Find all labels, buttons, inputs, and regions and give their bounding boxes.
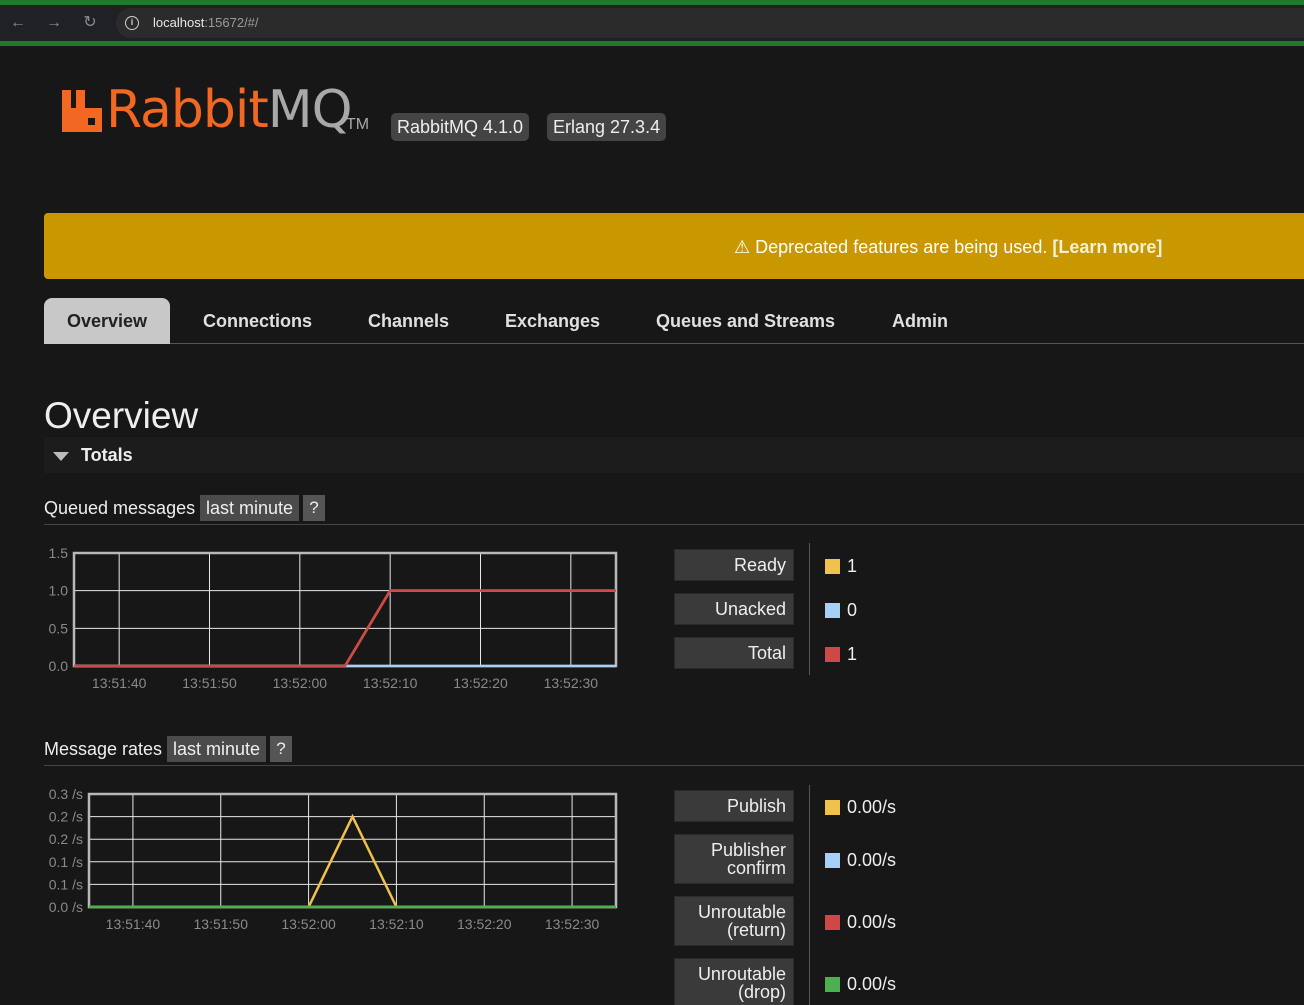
x-tick-label: 13:52:10 bbox=[363, 675, 418, 691]
queued-help-button[interactable]: ? bbox=[303, 495, 325, 521]
queued-messages-chart: 13:51:40 13:51:50 13:52:00 13:52:10 13:52:20… bbox=[49, 545, 618, 691]
tab-admin[interactable]: Admin bbox=[869, 298, 971, 344]
y-tick-label: 0.5 bbox=[49, 620, 69, 636]
ready-swatch bbox=[825, 559, 840, 574]
banner-text: ⚠ Deprecated features are being used. bbox=[734, 237, 1048, 257]
logo-tm: TM bbox=[346, 116, 370, 133]
address-bar[interactable]: i localhost:15672/#/ bbox=[116, 8, 1304, 38]
y-tick-label: 0.1 /s bbox=[49, 854, 83, 870]
x-tick-label: 13:51:50 bbox=[194, 916, 249, 932]
totals-section-toggle[interactable]: Totals bbox=[44, 437, 1304, 473]
y-tick-label: 0.2 /s bbox=[49, 831, 83, 847]
unroutable-drop-swatch bbox=[825, 977, 840, 992]
logo-mq-text: MQ bbox=[267, 80, 353, 140]
y-tick-label: 1.5 bbox=[49, 545, 69, 561]
page-title: Overview bbox=[44, 395, 199, 436]
tab-connections[interactable]: Connections bbox=[180, 298, 335, 344]
erlang-version-badge: Erlang 27.3.4 bbox=[547, 113, 667, 141]
collapse-triangle-icon bbox=[53, 452, 69, 461]
browser-chrome: ← → ↻ i localhost:15672/#/ bbox=[0, 0, 1304, 46]
learn-more-link[interactable]: [Learn more] bbox=[1052, 237, 1162, 257]
y-tick-label: 0.0 bbox=[49, 658, 69, 674]
publish-value: 0.00/s bbox=[847, 797, 897, 817]
message-rates-title: Message rates bbox=[44, 739, 163, 759]
logo-wordmark: RabbitMQ bbox=[106, 80, 353, 140]
legend-total-label[interactable]: Total bbox=[674, 637, 794, 669]
unroutable-return-swatch bbox=[825, 915, 840, 930]
url-host: localhost bbox=[153, 15, 205, 30]
x-tick-label: 13:52:30 bbox=[544, 675, 599, 691]
browser-toolbar: ← → ↻ i localhost:15672/#/ bbox=[0, 5, 1304, 41]
legend-divider bbox=[809, 543, 810, 675]
queued-messages-title: Queued messages bbox=[44, 498, 196, 518]
x-tick-label: 13:51:40 bbox=[106, 916, 161, 932]
x-tick-label: 13:52:30 bbox=[545, 916, 600, 932]
ready-value: 1 bbox=[847, 556, 858, 576]
x-tick-label: 13:52:00 bbox=[273, 675, 328, 691]
legend-unroutable-drop-label[interactable]: Unroutable (drop) bbox=[674, 958, 794, 1005]
rates-range-selector[interactable]: last minute bbox=[167, 736, 267, 762]
total-value: 1 bbox=[847, 644, 858, 664]
logo-rabbit-text: Rabbit bbox=[106, 80, 269, 140]
tab-overview[interactable]: Overview bbox=[44, 298, 171, 344]
publisher-confirm-swatch bbox=[825, 853, 840, 868]
tab-queues-and-streams[interactable]: Queues and Streams bbox=[633, 298, 858, 344]
legend-divider bbox=[809, 785, 810, 1005]
legend-publish-label[interactable]: Publish bbox=[674, 790, 794, 822]
message-rates-chart: 13:51:40 13:51:50 13:52:00 13:52:10 13:52:20… bbox=[49, 786, 618, 932]
y-tick-label: 0.1 /s bbox=[49, 876, 83, 892]
unacked-value: 0 bbox=[847, 600, 858, 620]
rabbitmq-version-badge: RabbitMQ 4.1.0 bbox=[391, 113, 530, 141]
reload-icon[interactable]: ↻ bbox=[80, 13, 100, 33]
main-nav-tabs: Overview Connections Channels Exchanges … bbox=[44, 298, 1304, 344]
publish-swatch bbox=[825, 800, 840, 815]
legend-unroutable-return-label[interactable]: Unroutable (return) bbox=[674, 896, 794, 946]
url-path: :15672/#/ bbox=[204, 15, 259, 30]
x-tick-label: 13:52:10 bbox=[369, 916, 424, 932]
message-rates-header: Message rates last minute ? bbox=[44, 736, 1304, 766]
x-tick-label: 13:51:50 bbox=[182, 675, 237, 691]
site-info-icon[interactable]: i bbox=[125, 16, 139, 30]
totals-title: Totals bbox=[81, 445, 133, 465]
unroutable-drop-value: 0.00/s bbox=[847, 974, 897, 994]
y-tick-label: 0.0 /s bbox=[49, 899, 83, 915]
legend-ready-label[interactable]: Ready bbox=[674, 549, 794, 581]
url-text[interactable]: localhost:15672/#/ bbox=[153, 15, 259, 30]
unroutable-return-value: 0.00/s bbox=[847, 912, 897, 932]
deprecation-banner: ⚠ Deprecated features are being used. [L… bbox=[44, 213, 1304, 279]
back-icon[interactable]: ← bbox=[8, 13, 28, 33]
x-tick-label: 13:52:20 bbox=[457, 916, 512, 932]
forward-icon[interactable]: → bbox=[44, 13, 64, 33]
publisher-confirm-value: 0.00/s bbox=[847, 850, 897, 870]
plot-border bbox=[87, 792, 618, 909]
y-tick-label: 0.2 /s bbox=[49, 809, 83, 825]
x-tick-label: 13:51:40 bbox=[92, 675, 147, 691]
queued-range-selector[interactable]: last minute bbox=[200, 495, 300, 521]
y-tick-label: 1.0 bbox=[49, 583, 69, 599]
unacked-swatch bbox=[825, 603, 840, 618]
legend-publisher-confirm-label[interactable]: Publisher confirm bbox=[674, 834, 794, 884]
banner-message: ⚠ Deprecated features are being used. [L… bbox=[734, 237, 1162, 258]
rates-help-button[interactable]: ? bbox=[270, 736, 292, 762]
rabbitmq-logo-icon bbox=[62, 90, 102, 132]
queued-messages-header: Queued messages last minute ? bbox=[44, 495, 1304, 525]
plot-border bbox=[72, 551, 618, 668]
tab-channels[interactable]: Channels bbox=[345, 298, 472, 344]
tab-exchanges[interactable]: Exchanges bbox=[482, 298, 623, 344]
x-tick-label: 13:52:00 bbox=[281, 916, 336, 932]
x-tick-label: 13:52:20 bbox=[453, 675, 508, 691]
total-swatch bbox=[825, 647, 840, 662]
legend-unacked-label[interactable]: Unacked bbox=[674, 593, 794, 625]
y-tick-label: 0.3 /s bbox=[49, 786, 83, 802]
